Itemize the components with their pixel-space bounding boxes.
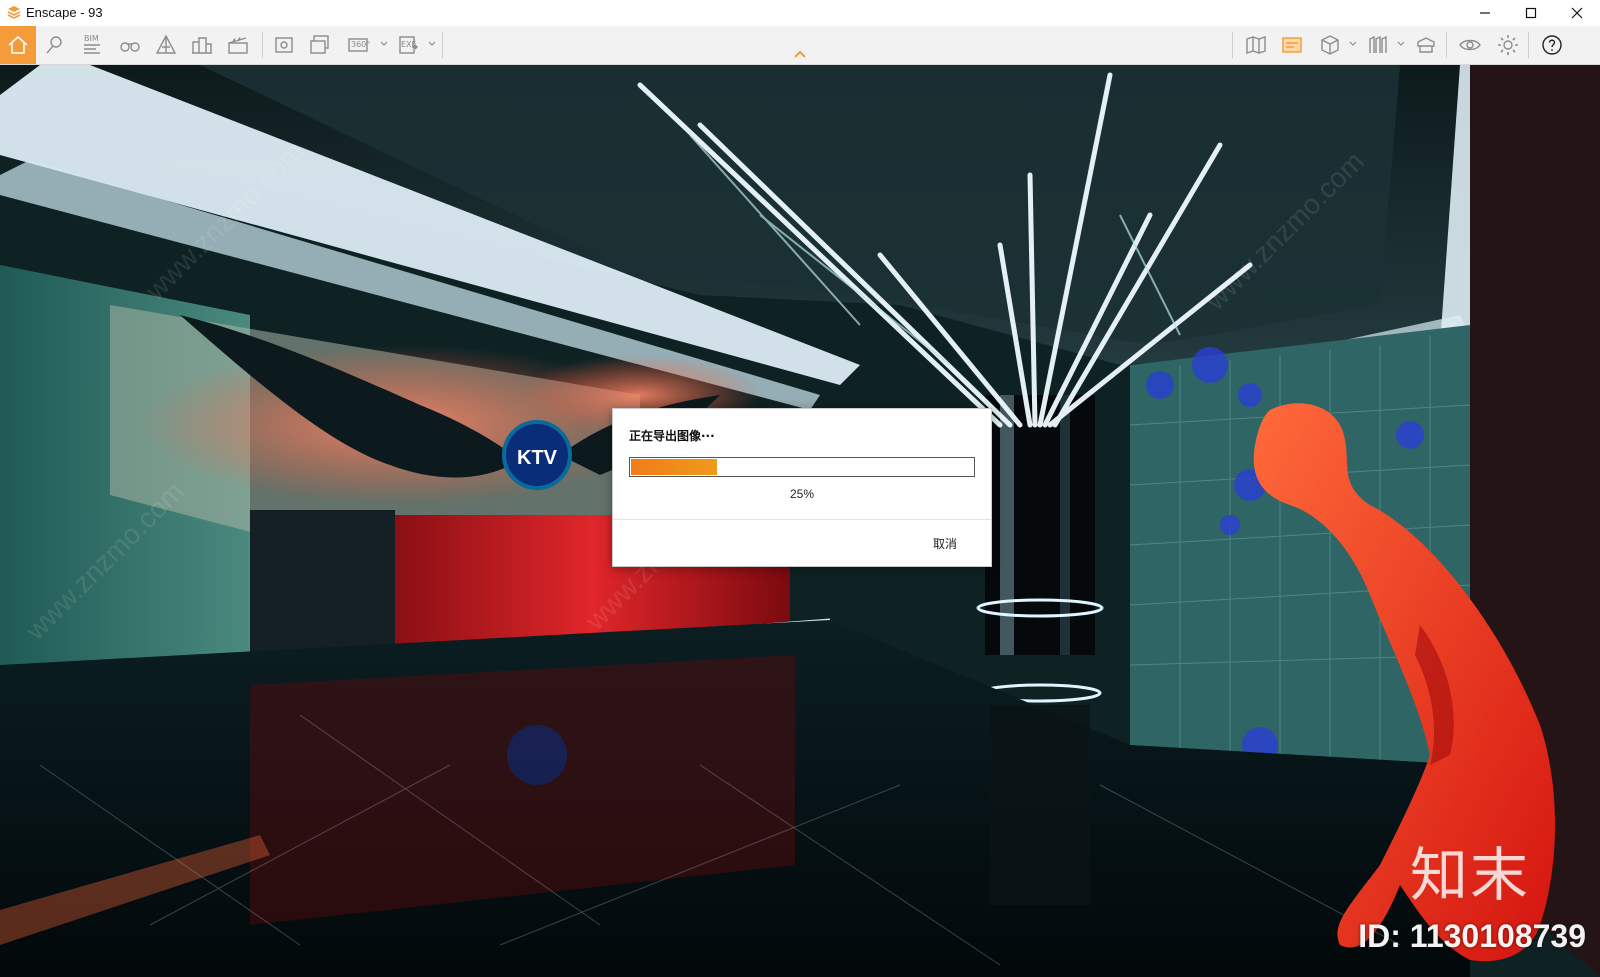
enscape-logo-icon xyxy=(7,6,21,19)
perspective-button[interactable] xyxy=(150,29,182,61)
visibility-button[interactable] xyxy=(1454,29,1486,61)
visibility-icon xyxy=(1459,39,1481,51)
settings-button[interactable] xyxy=(1492,29,1524,61)
watermark-brand: 知末 xyxy=(1409,841,1530,909)
close-button[interactable] xyxy=(1554,0,1600,26)
close-icon xyxy=(1571,7,1583,19)
buildings-icon xyxy=(192,37,212,54)
binoculars-button[interactable] xyxy=(114,29,146,61)
title-bar: Enscape - 93 xyxy=(0,0,1600,26)
dialog-divider xyxy=(613,519,991,520)
ktv-sign-text: KTV xyxy=(517,447,558,469)
toolbar-separator xyxy=(262,32,263,58)
toolbar-separator xyxy=(442,32,443,58)
svg-text:BIM: BIM xyxy=(84,34,99,43)
batch-render-button[interactable] xyxy=(304,29,336,61)
panorama-icon: 360° xyxy=(348,38,370,52)
progress-bar-fill xyxy=(631,459,717,475)
bim-icon: BIM xyxy=(84,34,100,54)
image-panel-button[interactable] xyxy=(1276,29,1308,61)
toolbar-separator xyxy=(1446,32,1447,58)
export-progress-dialog: 正在导出图像··· 25% 取消 xyxy=(612,408,992,567)
perspective-icon xyxy=(155,34,177,54)
clapperboard-icon xyxy=(228,37,248,54)
location-pin-icon xyxy=(46,36,62,54)
chevron-down-icon[interactable] xyxy=(380,40,388,48)
minimize-button[interactable] xyxy=(1462,0,1508,26)
watermark-id: ID: 1130108739 xyxy=(1358,918,1586,954)
library-icon xyxy=(1369,35,1387,53)
help-icon xyxy=(1542,35,1562,55)
cancel-button[interactable]: 取消 xyxy=(927,533,963,554)
settings-icon xyxy=(1498,35,1518,55)
cube-icon xyxy=(1321,35,1339,55)
export-exe-button[interactable]: EXE xyxy=(392,29,424,61)
asset-library-button[interactable] xyxy=(1410,29,1442,61)
buildings-button[interactable] xyxy=(186,29,218,61)
collapse-toolbar-chevron-icon[interactable] xyxy=(792,48,808,60)
toolbar-separator xyxy=(1528,32,1529,58)
chevron-down-icon[interactable] xyxy=(1349,40,1357,48)
window-title: Enscape - 93 xyxy=(26,5,103,20)
batch-render-icon xyxy=(310,35,329,54)
chevron-down-icon[interactable] xyxy=(1397,40,1405,48)
progress-percentage: 25% xyxy=(789,487,815,501)
map-icon xyxy=(1246,36,1266,54)
map-button[interactable] xyxy=(1240,29,1272,61)
image-panel-icon xyxy=(1282,37,1302,53)
home-icon xyxy=(8,35,28,54)
chevron-down-icon[interactable] xyxy=(428,40,436,48)
views-button[interactable] xyxy=(1314,29,1346,61)
screenshot-button[interactable] xyxy=(268,29,300,61)
toolbar-separator xyxy=(1232,32,1233,58)
binoculars-icon xyxy=(120,42,140,52)
svg-text:360°: 360° xyxy=(351,40,370,49)
progress-bar xyxy=(629,457,975,477)
video-editor-button[interactable] xyxy=(222,29,254,61)
location-button[interactable] xyxy=(38,29,70,61)
home-button[interactable] xyxy=(0,26,36,64)
asset-library-icon xyxy=(1417,37,1435,53)
dialog-title: 正在导出图像··· xyxy=(629,429,715,443)
maximize-button[interactable] xyxy=(1508,0,1554,26)
help-button[interactable] xyxy=(1536,29,1568,61)
maximize-icon xyxy=(1525,7,1537,19)
library-button[interactable] xyxy=(1362,29,1394,61)
bim-button[interactable]: BIM xyxy=(76,29,108,61)
minimize-icon xyxy=(1480,12,1490,14)
panorama-button[interactable]: 360° xyxy=(342,29,374,61)
export-exe-icon: EXE xyxy=(399,36,418,54)
screenshot-icon xyxy=(275,37,293,53)
